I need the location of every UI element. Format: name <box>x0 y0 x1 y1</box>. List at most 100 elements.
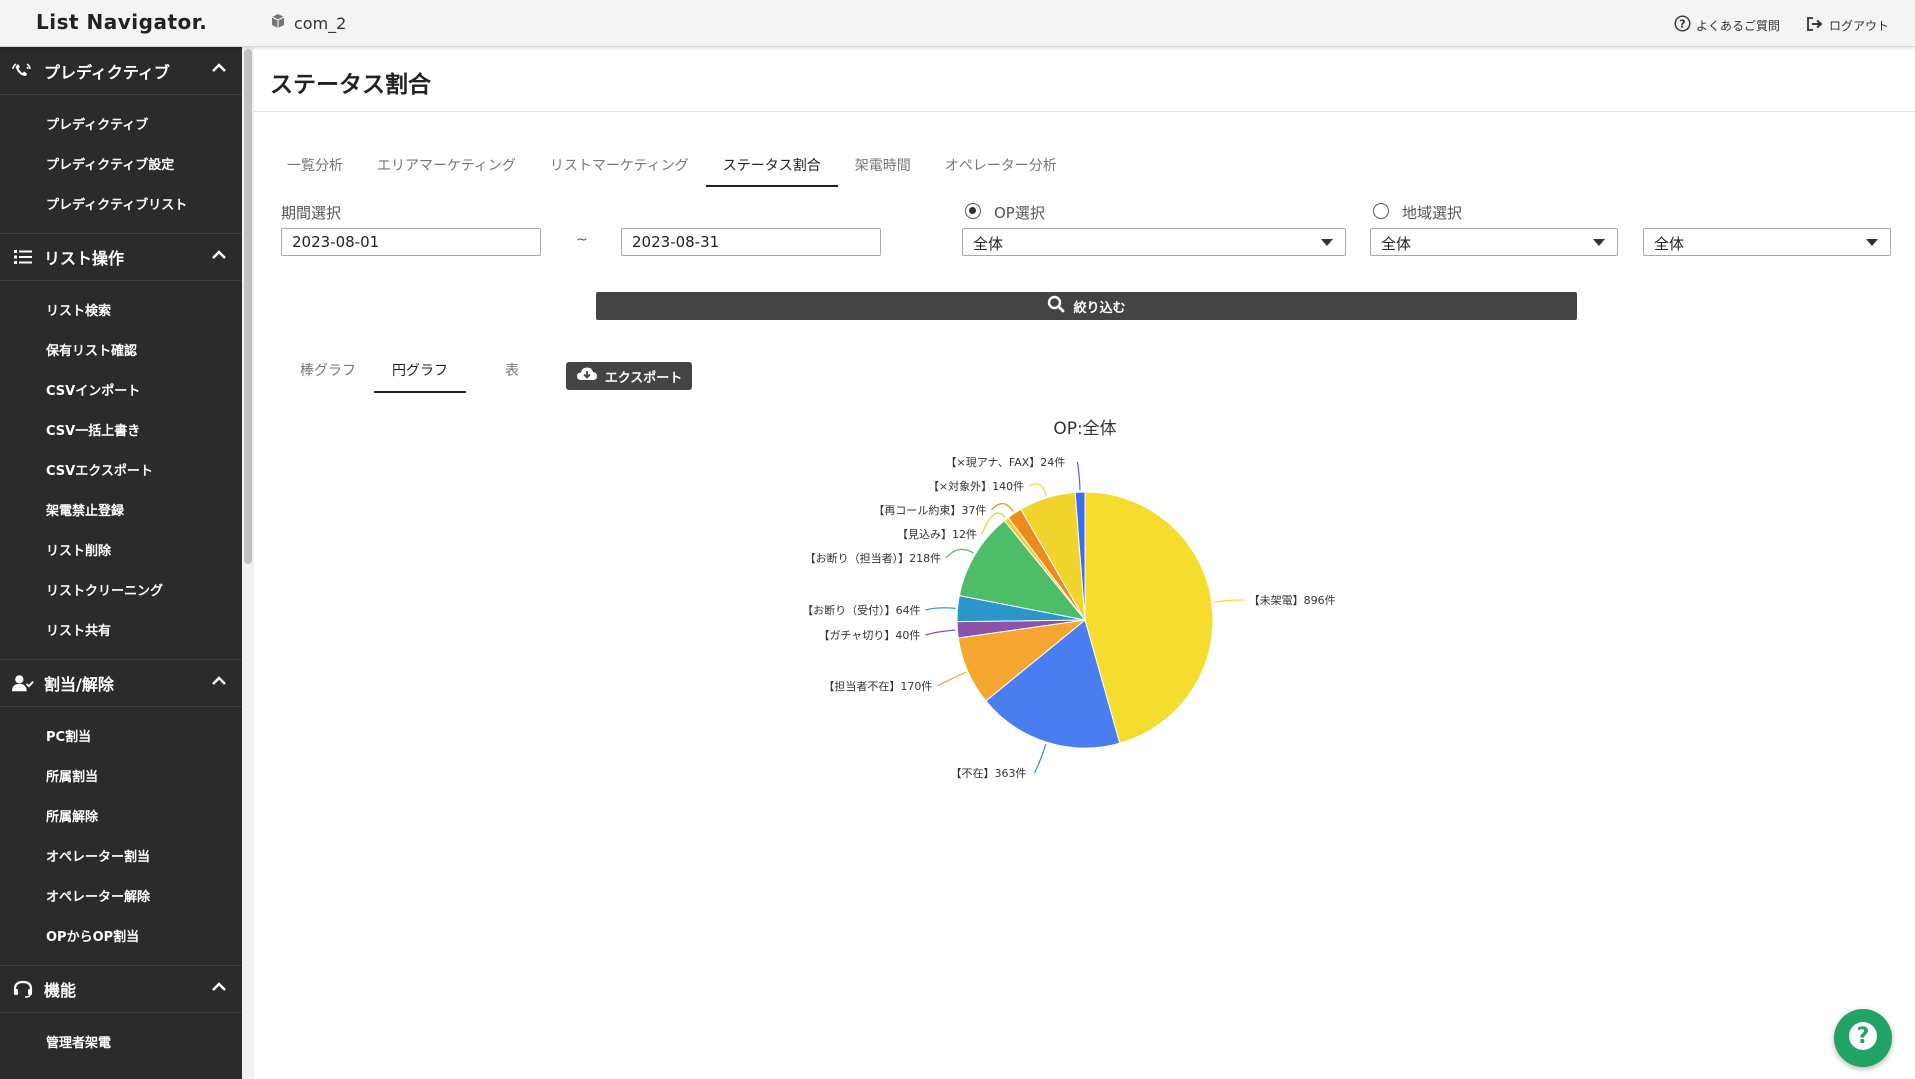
sidebar-item-predictive-settings[interactable]: プレディクティブ設定 <box>0 143 242 183</box>
pie-chart: OP:全体 【未架電】896件【不在】363件 【担当者不在】170件 【ガチャ切り… <box>802 419 1336 780</box>
sidebar-item-operator-release[interactable]: オペレーター解除 <box>0 875 242 915</box>
page-title: ステータス割合 <box>270 72 431 98</box>
sidebar-item-operator-assign[interactable]: オペレーター割当 <box>0 835 242 875</box>
chevron-up-icon[interactable] <box>210 672 228 694</box>
sidebar-item-group-assign[interactable]: 所属割当 <box>0 755 242 795</box>
sidebar-item-call-block[interactable]: 架電禁止登録 <box>0 489 242 529</box>
sidebar-item-pc-assign[interactable]: PC割当 <box>0 715 242 755</box>
tab-bar-chart[interactable]: 棒グラフ <box>282 357 374 393</box>
sidebar-item-predictive-list[interactable]: プレディクティブリスト <box>0 183 242 223</box>
slice-label: 【担当者不在】170件 <box>823 679 932 693</box>
slice-label: 【不在】363件 <box>950 767 1026 780</box>
caret-down-icon <box>1321 239 1333 246</box>
cube-icon <box>270 13 286 33</box>
headset-icon <box>12 979 34 999</box>
sidebar-section-assign[interactable]: 割当/解除 <box>0 659 242 707</box>
tab-overview-analysis[interactable]: 一覧分析 <box>270 151 360 187</box>
leader-line <box>925 607 956 611</box>
tab-operator-analysis[interactable]: オペレーター分析 <box>928 151 1074 187</box>
leader-line <box>1028 483 1048 497</box>
chevron-up-icon[interactable] <box>210 59 228 81</box>
sidebar-item-owned-lists[interactable]: 保有リスト確認 <box>0 329 242 369</box>
export-label: エクスポート <box>604 370 683 386</box>
tab-list-marketing[interactable]: リストマーケティング <box>533 151 706 187</box>
pie-chart-area: OP:全体 【未架電】896件 【不在】363件 【担当者不在】170件 【ガチャ切り… <box>254 407 1915 857</box>
sidebar-section-title: 割当/解除 <box>44 675 114 694</box>
filter-button[interactable]: 絞り込む <box>596 292 1577 320</box>
region-select-value: 全体 <box>1654 235 1685 253</box>
svg-text:?: ? <box>1857 1024 1870 1049</box>
question-circle-icon: ? <box>1674 15 1691 35</box>
view-tabs: 棒グラフ 円グラフ 表 <box>282 357 558 393</box>
phone-wave-icon <box>12 61 34 81</box>
slice-label: 【×現アナ、FAX】24件 <box>945 456 1065 469</box>
leader-line <box>945 548 974 559</box>
sidebar-section-features[interactable]: 機能 <box>0 965 242 1013</box>
slice-label: 【×対象外】140件 <box>928 479 1024 493</box>
logout-label: ログアウト <box>1828 18 1889 33</box>
leader-line <box>1033 743 1047 774</box>
app-logo[interactable]: List Navigator. <box>36 10 207 34</box>
region-select-radio[interactable] <box>1373 203 1389 219</box>
start-date-input[interactable] <box>281 228 541 256</box>
sidebar-item-list-delete[interactable]: リスト削除 <box>0 529 242 569</box>
sidebar-section-title: 機能 <box>44 981 77 1000</box>
svg-text:?: ? <box>1679 18 1685 31</box>
leader-line <box>1076 461 1081 491</box>
sidebar-item-list-share[interactable]: リスト共有 <box>0 609 242 649</box>
caret-down-icon <box>1593 239 1605 246</box>
caret-down-icon <box>1866 239 1878 246</box>
sidebar-item-predictive[interactable]: プレディクティブ <box>0 103 242 143</box>
slice-label: 【お断り（受付）】64件 <box>802 603 921 617</box>
slice-label: 【お断り（担当者）】218件 <box>805 551 942 565</box>
sidebar-section-predictive[interactable]: プレディクティブ <box>0 47 242 95</box>
region-city-dropdown[interactable]: 全体 <box>1643 228 1891 256</box>
sidebar-section-title: リスト操作 <box>44 249 125 268</box>
chevron-up-icon[interactable] <box>210 978 228 1000</box>
op-select-dropdown[interactable]: 全体 <box>962 228 1346 256</box>
company-indicator: com_2 <box>270 13 346 33</box>
main-content: ステータス割合 一覧分析 エリアマーケティング リストマーケティング ステータス… <box>254 47 1915 1079</box>
op-select-radio[interactable] <box>965 203 981 219</box>
region-select-value: 全体 <box>1381 235 1412 253</box>
end-date-input[interactable] <box>621 228 881 256</box>
tab-area-marketing[interactable]: エリアマーケティング <box>360 151 533 187</box>
tab-table[interactable]: 表 <box>466 357 558 393</box>
help-button[interactable]: ? <box>1834 1009 1892 1067</box>
sidebar-item-op-to-op-assign[interactable]: OPからOP割当 <box>0 915 242 955</box>
sidebar-item-list-search[interactable]: リスト検索 <box>0 289 242 329</box>
faq-label: よくあるご質問 <box>1695 18 1780 33</box>
leader-line <box>990 503 1014 512</box>
sidebar-item-csv-export[interactable]: CSVエクスポート <box>0 449 242 489</box>
export-button[interactable]: エクスポート <box>566 362 692 390</box>
leader-line <box>925 629 956 636</box>
filter-button-label: 絞り込む <box>1073 300 1126 316</box>
user-check-icon <box>12 673 34 693</box>
logout-link[interactable]: ログアウト <box>1806 15 1889 35</box>
tab-status-ratio[interactable]: ステータス割合 <box>705 151 838 187</box>
logout-icon <box>1806 16 1824 35</box>
region-prefecture-dropdown[interactable]: 全体 <box>1370 228 1618 256</box>
sidebar-item-group-release[interactable]: 所属解除 <box>0 795 242 835</box>
sidebar: プレディクティブ プレディクティブ プレディクティブ設定 プレディクティブリスト… <box>0 47 242 1079</box>
cloud-download-icon <box>576 366 598 386</box>
date-separator: ~ <box>576 232 588 248</box>
chevron-up-icon[interactable] <box>210 246 228 268</box>
tab-pie-chart[interactable]: 円グラフ <box>374 357 466 393</box>
sidebar-item-list-cleaning[interactable]: リストクリーニング <box>0 569 242 609</box>
sidebar-item-csv-import[interactable]: CSVインポート <box>0 369 242 409</box>
sidebar-section-list-ops[interactable]: リスト操作 <box>0 233 242 281</box>
sidebar-item-csv-bulk-overwrite[interactable]: CSV一括上書き <box>0 409 242 449</box>
slice-label: 【ガチャ切り】40件 <box>819 629 921 642</box>
op-select-label: OP選択 <box>994 204 1045 222</box>
faq-link[interactable]: ? よくあるご質問 <box>1674 15 1780 35</box>
sidebar-item-admin-call[interactable]: 管理者架電 <box>0 1021 242 1061</box>
analysis-tabs: 一覧分析 エリアマーケティング リストマーケティング ステータス割合 架電時間 … <box>270 151 1074 187</box>
slice-label: 【未架電】896件 <box>1249 594 1336 607</box>
company-name: com_2 <box>294 13 347 33</box>
leader-line <box>937 671 967 687</box>
tab-call-time[interactable]: 架電時間 <box>838 151 928 187</box>
sidebar-scrollbar-thumb[interactable] <box>244 49 252 564</box>
sidebar-section-title: プレディクティブ <box>44 62 170 82</box>
slice-label: 【見込み】12件 <box>897 528 977 541</box>
